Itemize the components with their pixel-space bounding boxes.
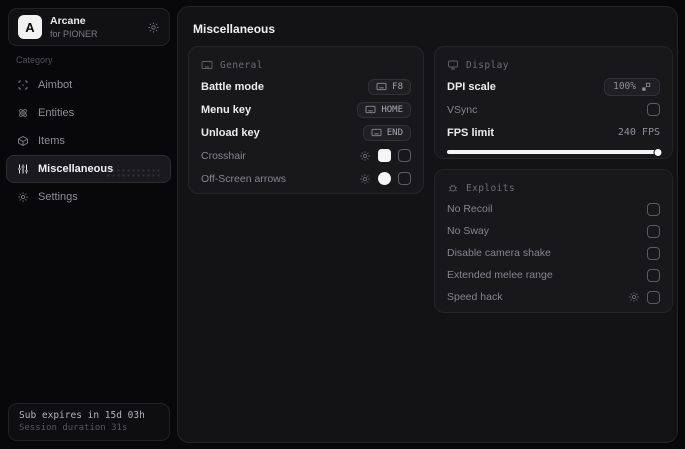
scale-icon: [641, 82, 651, 92]
category-label: Category: [16, 55, 53, 65]
exploits-header-label: Exploits: [466, 182, 515, 194]
exploits-card-header: Exploits: [447, 178, 660, 198]
session-duration-text: Session duration 31s: [19, 423, 128, 433]
crosshair-label: Crosshair: [201, 149, 246, 162]
slider-handle[interactable]: [653, 147, 663, 157]
offscreen-arrows-checkbox[interactable]: [398, 172, 411, 185]
menu-key-row: Menu key HOME: [201, 98, 411, 121]
app-meta: Arcane for PIONER: [50, 15, 139, 39]
keybind-value: END: [386, 127, 403, 138]
keyboard-icon: [201, 59, 213, 71]
gear-icon[interactable]: [147, 21, 160, 34]
scan-icon: [17, 79, 29, 91]
slider-fill: [447, 150, 660, 154]
sliders-icon: [17, 163, 29, 175]
crosshair-checkbox[interactable]: [398, 149, 411, 162]
display-card: Display DPI scale 100% VSync FPS limit 2…: [434, 46, 673, 159]
gear-icon[interactable]: [359, 150, 371, 162]
extended-melee-range-row: Extended melee range: [447, 264, 660, 286]
disable-camera-shake-checkbox[interactable]: [647, 246, 660, 260]
monitor-icon: [447, 59, 459, 71]
unload-keybind[interactable]: END: [362, 124, 411, 141]
general-card: General Battle mode F8 Menu key HOME Unl…: [188, 46, 424, 194]
gear-icon: [17, 191, 29, 203]
offscreen-arrows-label: Off-Screen arrows: [201, 172, 286, 185]
keycap-icon: [376, 82, 387, 91]
fps-limit-slider[interactable]: [447, 145, 663, 159]
speed-hack-checkbox[interactable]: [647, 290, 660, 304]
no-recoil-label: No Recoil: [447, 203, 493, 215]
sidebar-item-label: Items: [38, 135, 65, 147]
disable-camera-shake-row: Disable camera shake: [447, 242, 660, 264]
sidebar-item-entities[interactable]: Entities: [6, 99, 171, 127]
sidebar-item-label: Aimbot: [38, 79, 73, 91]
sidebar-item-label: Entities: [38, 107, 75, 119]
extended-melee-range-label: Extended melee range: [447, 269, 553, 281]
vsync-label: VSync: [447, 103, 478, 116]
unload-key-label: Unload key: [201, 126, 260, 139]
dpi-scale-value: 100%: [613, 81, 636, 92]
sidebar-item-items[interactable]: Items: [6, 127, 171, 155]
fps-limit-label: FPS limit: [447, 126, 495, 139]
extended-melee-range-checkbox[interactable]: [647, 268, 660, 282]
vsync-checkbox[interactable]: [647, 103, 660, 116]
dpi-scale-label: DPI scale: [447, 80, 496, 93]
no-sway-label: No Sway: [447, 225, 490, 237]
gear-icon[interactable]: [628, 291, 640, 303]
atom-icon: [17, 107, 29, 119]
keybind-value: HOME: [381, 104, 403, 115]
battle-mode-label: Battle mode: [201, 80, 264, 93]
dpi-scale-selector[interactable]: 100%: [604, 77, 660, 96]
app-subtitle: for PIONER: [50, 28, 98, 39]
dpi-scale-row: DPI scale 100%: [447, 75, 660, 98]
general-header-label: General: [220, 59, 263, 71]
bug-icon: [447, 182, 459, 194]
fps-limit-value: 240 FPS: [617, 127, 660, 138]
crosshair-color-swatch[interactable]: [378, 149, 391, 162]
battle-mode-row: Battle mode F8: [201, 75, 411, 98]
display-header-label: Display: [466, 59, 509, 71]
crosshair-row: Crosshair: [201, 144, 411, 167]
no-recoil-checkbox[interactable]: [647, 202, 660, 216]
page-title: Miscellaneous: [193, 22, 276, 36]
keycap-icon: [365, 105, 376, 114]
sidebar-item-label: Miscellaneous: [38, 163, 114, 175]
sidebar: A Arcane for PIONER Category Aimbot Enti…: [0, 0, 177, 449]
vsync-row: VSync: [447, 98, 660, 121]
menu-keybind[interactable]: HOME: [357, 101, 411, 118]
general-card-header: General: [201, 55, 411, 75]
fps-limit-row: FPS limit 240 FPS: [447, 121, 660, 144]
box-icon: [17, 135, 29, 147]
sidebar-item-aimbot[interactable]: Aimbot: [6, 71, 171, 99]
unload-key-row: Unload key END: [201, 121, 411, 144]
app-logo: A: [18, 15, 42, 39]
sidebar-item-miscellaneous[interactable]: Miscellaneous: [6, 155, 171, 183]
sidebar-nav: Aimbot Entities Items Miscellaneous Sett…: [6, 71, 171, 211]
subscription-card: Sub expires in 15d 03h Session duration …: [8, 403, 170, 441]
sidebar-item-settings[interactable]: Settings: [6, 183, 171, 211]
speed-hack-row: Speed hack: [447, 286, 660, 308]
offscreen-arrows-color-swatch[interactable]: [378, 172, 391, 185]
sub-expiry-text: Sub expires in 15d 03h: [19, 410, 145, 421]
speed-hack-label: Speed hack: [447, 291, 503, 303]
sidebar-item-label: Settings: [38, 191, 78, 203]
gear-icon[interactable]: [359, 173, 371, 185]
keycap-icon: [371, 128, 382, 137]
keybind-value: F8: [392, 81, 403, 92]
app-name: Arcane: [50, 14, 86, 27]
display-card-header: Display: [447, 55, 660, 75]
menu-key-label: Menu key: [201, 103, 252, 116]
exploits-card: Exploits No Recoil No Sway Disable camer…: [434, 169, 673, 313]
no-sway-checkbox[interactable]: [647, 224, 660, 238]
disable-camera-shake-label: Disable camera shake: [447, 247, 551, 259]
halftone-decoration: [106, 168, 162, 178]
offscreen-arrows-row: Off-Screen arrows: [201, 167, 411, 190]
app-header-card: A Arcane for PIONER: [8, 8, 170, 46]
main-panel: Miscellaneous General Battle mode F8 Men…: [177, 6, 678, 443]
no-sway-row: No Sway: [447, 220, 660, 242]
no-recoil-row: No Recoil: [447, 198, 660, 220]
battle-mode-keybind[interactable]: F8: [368, 78, 411, 95]
